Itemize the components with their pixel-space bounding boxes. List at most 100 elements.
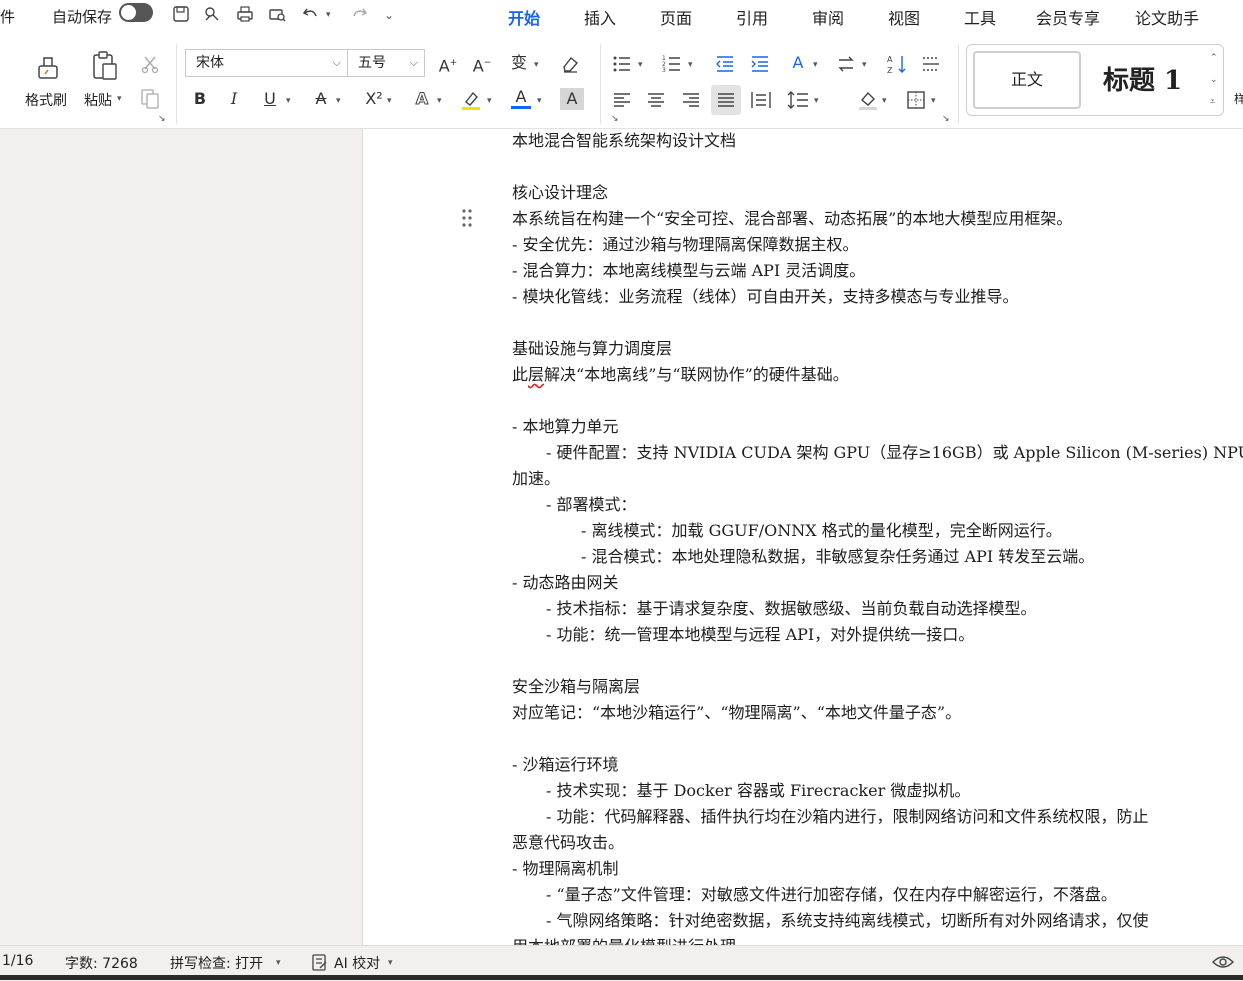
doc-list-item[interactable]: - 气隙网络策略：针对绝密数据，系统支持纯离线模式，切断所有对外网络请求，仅使 xyxy=(546,907,1149,931)
bullet-dropdown-icon[interactable]: ▾ xyxy=(638,60,643,70)
doc-list-item[interactable]: - 技术指标：基于请求复杂度、数据敏感级、当前负载自动选择模型。 xyxy=(546,595,1037,619)
tab-member[interactable]: 会员专享 xyxy=(1036,5,1100,29)
gallery-more-icon[interactable]: ⩡ xyxy=(1210,97,1215,107)
doc-list-item[interactable]: - 部署模式： xyxy=(546,491,637,515)
doc-list-item[interactable]: - 硬件配置：支持 NVIDIA CUDA 架构 GPU（显存≥16GB）或 A… xyxy=(546,439,1243,463)
font-color-dropdown-icon[interactable]: ▾ xyxy=(537,96,542,106)
doc-heading[interactable]: 基础设施与算力调度层 xyxy=(512,335,672,359)
gallery-up-icon[interactable]: ⌃ xyxy=(1210,53,1218,63)
quick-access-more-icon[interactable]: ⌄ xyxy=(384,8,394,22)
tab-review[interactable]: 审阅 xyxy=(812,5,844,29)
ai-proofread-dropdown-icon[interactable]: ▾ xyxy=(388,958,393,968)
print-icon[interactable] xyxy=(235,4,255,24)
format-painter-icon[interactable] xyxy=(33,52,63,82)
page-indicator[interactable]: 1/16 xyxy=(2,953,33,969)
print-preview-icon[interactable] xyxy=(267,4,287,24)
doc-list-item[interactable]: - 沙箱运行环境 xyxy=(512,751,619,775)
doc-list-item[interactable]: - 安全优先：通过沙箱与物理隔离保障数据主权。 xyxy=(512,231,859,255)
doc-list-item[interactable]: - 本地算力单元 xyxy=(512,413,619,437)
bullet-list-icon[interactable] xyxy=(612,54,632,74)
doc-list-item[interactable]: - 离线模式：加载 GGUF/ONNX 格式的量化模型，完全断网运行。 xyxy=(581,517,1062,541)
increase-indent-icon[interactable] xyxy=(750,54,770,74)
ai-proofread-icon[interactable] xyxy=(312,954,328,972)
clear-format-icon[interactable] xyxy=(560,54,580,74)
tab-page[interactable]: 页面 xyxy=(660,5,692,29)
doc-title[interactable]: 本地混合智能系统架构设计文档 xyxy=(512,127,736,151)
borders-dropdown-icon[interactable]: ▾ xyxy=(931,96,936,106)
doc-list-item[interactable]: - “量子态”文件管理：对敏感文件进行加密存储，仅在内存中解密运行，不落盘。 xyxy=(546,881,1117,905)
doc-list-item[interactable]: - 模块化管线：业务流程（线体）可自由开关，支持多模态与专业推导。 xyxy=(512,283,1019,307)
tab-thesis-assistant[interactable]: 论文助手 xyxy=(1135,5,1199,29)
spell-check-dropdown-icon[interactable]: ▾ xyxy=(276,958,281,968)
autosave-toggle[interactable] xyxy=(119,3,153,22)
bold-button[interactable]: B xyxy=(188,88,212,110)
doc-list-item[interactable]: - 功能：统一管理本地模型与远程 API，对外提供统一接口。 xyxy=(546,621,974,645)
word-count[interactable]: 字数: 7268 xyxy=(65,953,138,973)
character-shading-icon[interactable]: A xyxy=(560,88,584,110)
strikethrough-icon[interactable]: A xyxy=(309,88,333,110)
shading-icon[interactable] xyxy=(857,89,879,111)
doc-paragraph[interactable]: 加速。 xyxy=(512,465,560,489)
doc-heading[interactable]: 核心设计理念 xyxy=(512,179,608,203)
doc-list-item[interactable]: - 混合算力：本地离线模型与云端 API 灵活调度。 xyxy=(512,257,865,281)
drag-handle-icon[interactable] xyxy=(461,208,473,228)
font-size-select[interactable]: 五号 ⌵ xyxy=(347,49,425,77)
clipboard-launcher-icon[interactable]: ↘ xyxy=(158,114,166,124)
distributed-align-icon[interactable] xyxy=(751,90,771,110)
doc-paragraph[interactable]: 对应笔记：“本地沙箱运行”、“物理隔离”、“本地文件量子态”。 xyxy=(512,699,961,723)
font-launcher-icon[interactable]: ↘ xyxy=(611,114,619,124)
numbered-list-icon[interactable]: 123 xyxy=(662,54,682,74)
paste-label[interactable]: 粘贴 xyxy=(84,90,112,110)
style-heading-1[interactable]: 标题 1 xyxy=(1103,51,1182,111)
gallery-down-icon[interactable]: ⌄ xyxy=(1210,75,1218,85)
line-spacing-icon[interactable] xyxy=(787,90,809,110)
copy-icon[interactable] xyxy=(140,88,160,110)
doc-list-item[interactable]: - 功能：代码解释器、插件执行均在沙箱内进行，限制网络访问和文件系统权限，防止 xyxy=(546,803,1149,827)
numbered-dropdown-icon[interactable]: ▾ xyxy=(688,60,693,70)
align-left-icon[interactable] xyxy=(612,90,632,110)
justify-button[interactable] xyxy=(711,85,741,115)
tab-insert[interactable]: 插入 xyxy=(584,5,616,29)
font-color-icon[interactable]: A xyxy=(509,86,533,108)
text-effect-dropdown-icon[interactable]: ▾ xyxy=(437,96,442,106)
eye-icon[interactable] xyxy=(1212,954,1234,970)
highlight-dropdown-icon[interactable]: ▾ xyxy=(487,96,492,106)
highlight-icon[interactable] xyxy=(460,89,482,111)
file-menu[interactable]: 件 xyxy=(0,6,15,27)
borders-icon[interactable] xyxy=(906,90,926,110)
style-normal[interactable]: 正文 xyxy=(973,51,1081,109)
undo-icon[interactable] xyxy=(301,4,321,24)
underline-dropdown-icon[interactable]: ▾ xyxy=(286,96,291,106)
superscript-button[interactable]: X² xyxy=(360,88,388,110)
phonetic-guide-icon[interactable]: 变 xyxy=(507,52,531,74)
strikethrough-dropdown-icon[interactable]: ▾ xyxy=(336,96,341,106)
text-direction-dropdown-icon[interactable]: ▾ xyxy=(813,60,818,70)
text-effect-icon[interactable]: A xyxy=(410,88,434,110)
align-right-icon[interactable] xyxy=(681,90,701,110)
save-icon[interactable] xyxy=(171,4,191,24)
doc-paragraph[interactable]: 本系统旨在构建一个“安全可控、混合部署、动态拓展”的本地大模型应用框架。 xyxy=(512,205,1072,229)
export-icon[interactable] xyxy=(202,4,222,24)
tab-home[interactable]: 开始 xyxy=(508,5,541,33)
underline-button[interactable]: U xyxy=(258,88,282,110)
undo-dropdown-icon[interactable]: ▾ xyxy=(326,10,331,20)
shading-dropdown-icon[interactable]: ▾ xyxy=(882,96,887,106)
font-name-select[interactable]: 宋体 ⌵ xyxy=(185,49,348,77)
spell-check-status[interactable]: 拼写检查: 打开 xyxy=(170,953,263,973)
tab-view[interactable]: 视图 xyxy=(888,5,920,29)
line-spacing-dropdown-icon[interactable]: ▾ xyxy=(814,96,819,106)
sort-icon[interactable]: AZ xyxy=(886,53,908,75)
text-direction-icon[interactable]: A xyxy=(786,52,810,74)
doc-list-item[interactable]: - 物理隔离机制 xyxy=(512,855,619,879)
doc-paragraph[interactable]: 恶意代码攻击。 xyxy=(512,829,624,853)
italic-button[interactable]: I xyxy=(222,88,246,110)
sort-swap-icon[interactable] xyxy=(836,54,856,74)
doc-list-item[interactable]: - 技术实现：基于 Docker 容器或 Firecracker 微虚拟机。 xyxy=(546,777,970,801)
increase-font-size-icon[interactable]: A+ xyxy=(436,52,460,75)
spelling-flagged-word[interactable]: 层 xyxy=(528,365,544,384)
cut-icon[interactable] xyxy=(140,54,160,74)
doc-list-item[interactable]: - 动态路由网关 xyxy=(512,569,619,593)
sort-swap-dropdown-icon[interactable]: ▾ xyxy=(862,60,867,70)
tab-tools[interactable]: 工具 xyxy=(964,5,996,29)
ai-proofread-button[interactable]: AI 校对 xyxy=(334,953,380,973)
